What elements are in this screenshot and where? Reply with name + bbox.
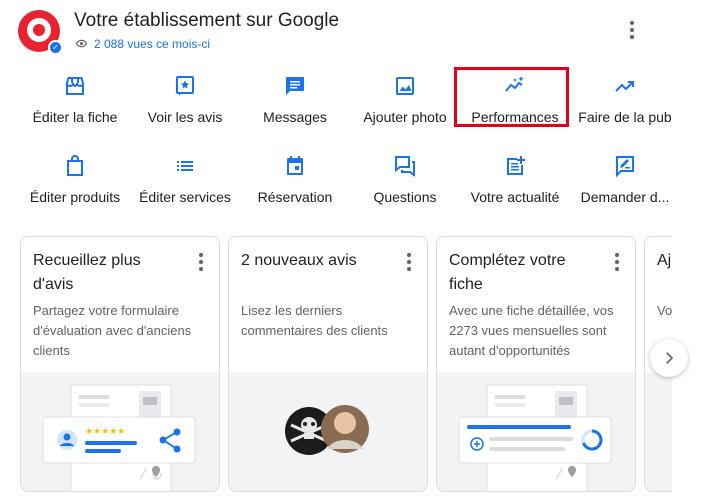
card-title: 2 nouveaux avis bbox=[241, 252, 357, 269]
card-description: Vo ap bbox=[657, 303, 672, 318]
page-title: Votre établissement sur Google bbox=[74, 10, 340, 31]
calendar-icon bbox=[283, 154, 307, 178]
card-title: Recueillez plus d'avis bbox=[33, 252, 141, 293]
card-description: Avec une fiche détaillée, vos 2273 vues … bbox=[449, 303, 614, 358]
actions-row-1: Éditer la fiche Voir les avis Messages A… bbox=[20, 72, 680, 134]
card-title: Aj nu bbox=[657, 252, 672, 269]
action-messages[interactable]: Messages bbox=[240, 72, 350, 134]
sparkle-chart-icon bbox=[503, 74, 527, 98]
card-illustration bbox=[437, 373, 635, 491]
card-illustration bbox=[645, 373, 672, 491]
action-edit-services[interactable]: Éditer services bbox=[130, 152, 240, 214]
card-description: Lisez les derniers commentaires des clie… bbox=[241, 303, 388, 338]
photo-icon bbox=[393, 74, 417, 98]
trending-up-icon bbox=[613, 74, 637, 98]
action-see-reviews[interactable]: Voir les avis bbox=[130, 72, 240, 134]
action-label: Éditer services bbox=[139, 189, 231, 205]
card-illustration: ★★★★★ bbox=[21, 373, 219, 491]
card-more-icon[interactable] bbox=[405, 253, 413, 273]
action-add-photo[interactable]: Ajouter photo bbox=[350, 72, 460, 134]
star-review-icon bbox=[173, 74, 197, 98]
card-title: Complétez votre fiche bbox=[449, 252, 566, 293]
rate-review-icon bbox=[613, 154, 637, 178]
shopping-bag-icon bbox=[63, 154, 87, 178]
verified-check-icon: ✓ bbox=[48, 40, 63, 55]
logo-dot bbox=[33, 24, 45, 36]
actions-row-2: Éditer produits Éditer services Réservat… bbox=[20, 152, 680, 214]
card-collect-reviews[interactable]: Recueillez plus d'avis Partagez votre fo… bbox=[20, 236, 220, 492]
next-cards-button[interactable] bbox=[650, 339, 688, 377]
card-description: Partagez votre formulaire d'évaluation a… bbox=[33, 303, 192, 358]
forum-icon bbox=[393, 154, 417, 178]
action-label: Voir les avis bbox=[147, 109, 223, 125]
action-performance[interactable]: Performances bbox=[460, 72, 570, 134]
action-questions[interactable]: Questions bbox=[350, 152, 460, 214]
action-label: Ajouter photo bbox=[363, 109, 447, 125]
action-label: Performances bbox=[471, 109, 559, 125]
action-your-updates[interactable]: Votre actualité bbox=[460, 152, 570, 214]
more-options-icon[interactable] bbox=[624, 18, 640, 42]
post-add-icon bbox=[503, 154, 527, 178]
eye-icon bbox=[75, 39, 88, 48]
card-more-icon[interactable] bbox=[197, 253, 205, 273]
action-edit-products[interactable]: Éditer produits bbox=[20, 152, 130, 214]
action-edit-profile[interactable]: Éditer la fiche bbox=[20, 72, 130, 134]
svg-text:★★★★★: ★★★★★ bbox=[85, 427, 125, 437]
list-icon bbox=[173, 154, 197, 178]
action-label: Réservation bbox=[257, 189, 333, 205]
action-ask-reviews[interactable]: Demander d... bbox=[570, 152, 680, 214]
card-more-icon[interactable] bbox=[613, 253, 621, 273]
storefront-icon bbox=[63, 74, 87, 98]
action-label: Messages bbox=[263, 109, 327, 125]
card-complete-profile[interactable]: Complétez votre fiche Avec une fiche dét… bbox=[436, 236, 636, 492]
monthly-views-label: 2 088 vues ce mois-ci bbox=[94, 36, 211, 51]
suggestion-cards: Recueillez plus d'avis Partagez votre fo… bbox=[20, 236, 672, 500]
chevron-right-icon bbox=[666, 352, 674, 364]
action-label: Éditer produits bbox=[29, 189, 121, 205]
card-new-reviews[interactable]: 2 nouveaux avis Lisez les derniers comme… bbox=[228, 236, 428, 492]
action-booking[interactable]: Réservation bbox=[240, 152, 350, 214]
monthly-views[interactable]: 2 088 vues ce mois-ci bbox=[74, 36, 210, 51]
action-label: Questions bbox=[373, 189, 437, 205]
action-advertise[interactable]: Faire de la pub bbox=[570, 72, 680, 134]
card-illustration bbox=[229, 373, 427, 491]
action-label: Faire de la pub bbox=[578, 109, 672, 125]
message-icon bbox=[283, 74, 307, 98]
action-label: Éditer la fiche bbox=[32, 109, 118, 125]
action-label: Votre actualité bbox=[470, 189, 560, 205]
business-logo[interactable]: ✓ bbox=[18, 10, 63, 55]
business-header: ✓ Votre établissement sur Google 2 088 v… bbox=[18, 6, 698, 56]
action-label: Demander d... bbox=[580, 189, 670, 205]
